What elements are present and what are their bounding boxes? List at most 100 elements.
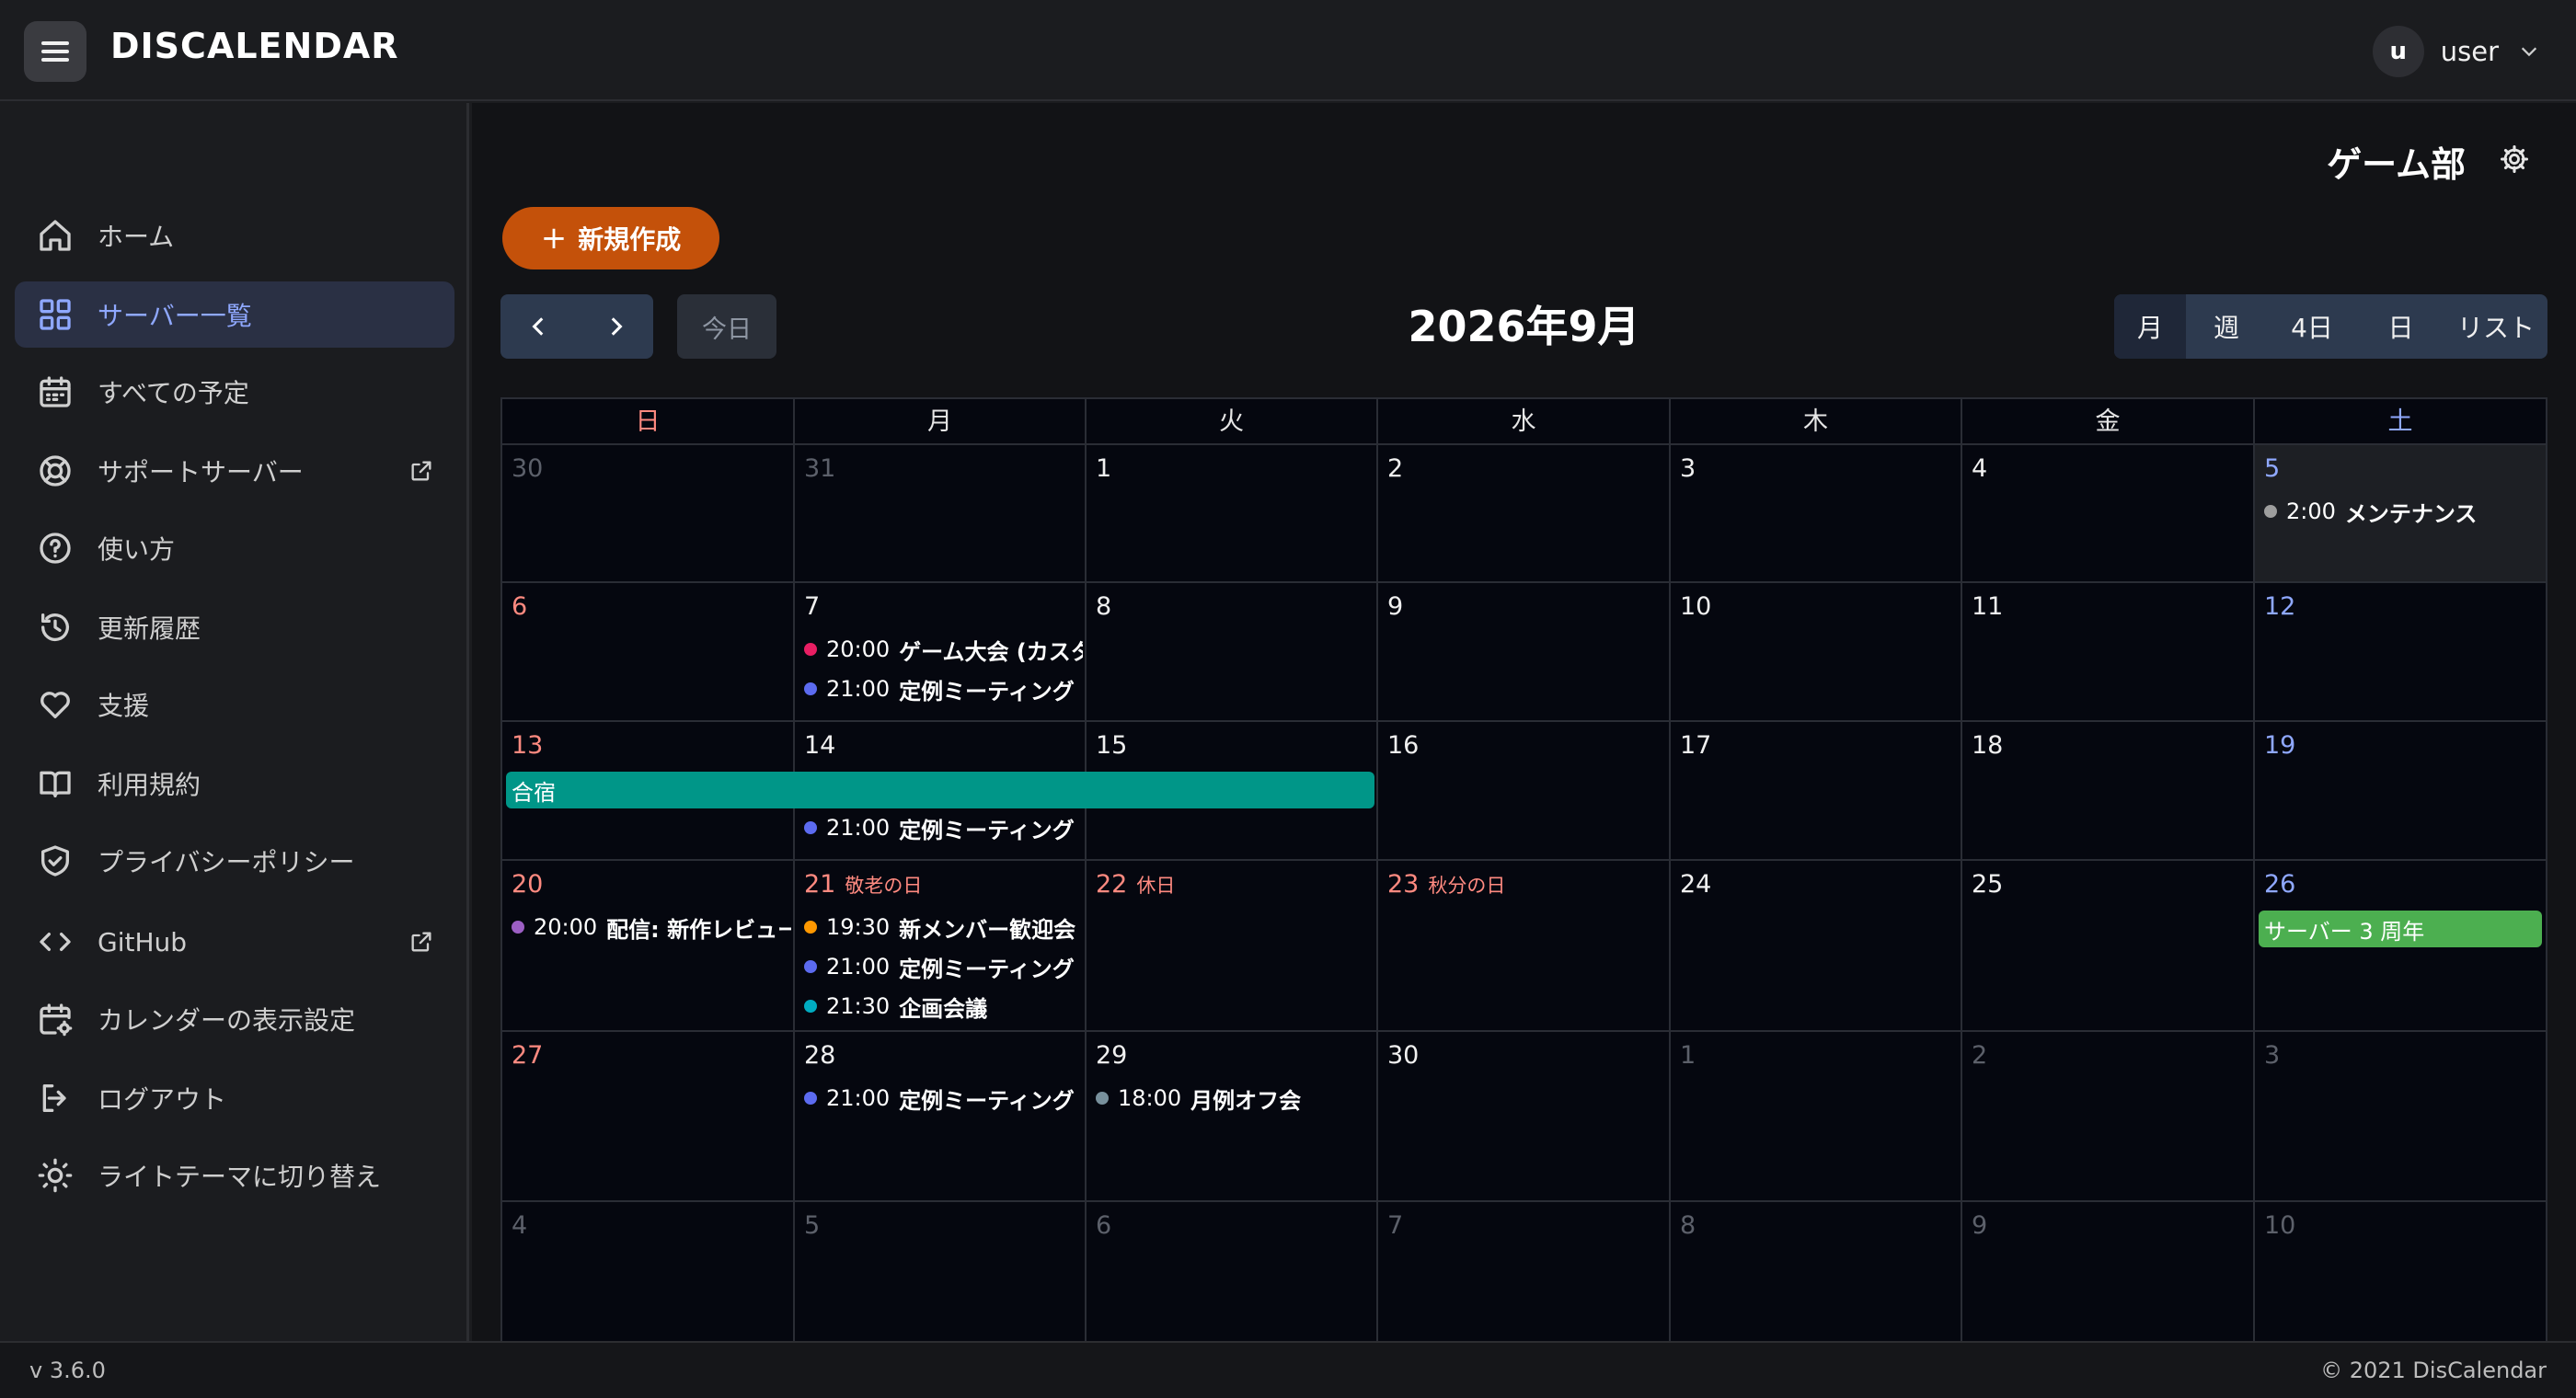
event-title: 定例ミーティング bbox=[899, 956, 1075, 982]
sidebar-item[interactable]: ホーム bbox=[15, 202, 454, 269]
day-cell[interactable]: 11 bbox=[1962, 583, 2255, 722]
grid-icon bbox=[40, 299, 71, 330]
sidebar-item[interactable]: 支援 bbox=[15, 671, 454, 738]
calendar-icon bbox=[40, 376, 71, 407]
day-cell[interactable]: 3 bbox=[1671, 445, 1962, 583]
view-button[interactable]: 4日 bbox=[2267, 294, 2357, 359]
sidebar-item[interactable]: サーバー一覧 bbox=[15, 281, 454, 348]
sidebar-item[interactable]: プライバシーポリシー bbox=[15, 828, 454, 894]
day-cell[interactable]: 8 bbox=[1087, 583, 1378, 722]
day-cell[interactable]: 27 bbox=[502, 1032, 795, 1202]
day-number-text: 16 bbox=[1387, 731, 1420, 760]
day-cell[interactable]: 12 bbox=[2255, 583, 2546, 722]
day-cell[interactable]: 3 bbox=[2255, 1032, 2546, 1202]
calendar-event[interactable]: 21:00 定例ミーティング bbox=[804, 950, 1083, 983]
day-number-text: 27 bbox=[512, 1041, 544, 1070]
calendar-event[interactable]: 18:00 月例オフ会 bbox=[1096, 1082, 1374, 1115]
weekday-label: 水 bbox=[1378, 399, 1671, 445]
day-number-text: 15 bbox=[1096, 731, 1128, 760]
day-cell[interactable]: 9 bbox=[1378, 583, 1671, 722]
day-number: 5 bbox=[2264, 454, 2280, 483]
external-link-icon bbox=[411, 461, 431, 481]
day-number: 15 bbox=[1096, 731, 1127, 760]
heart-icon bbox=[40, 692, 70, 718]
menu-toggle-button[interactable] bbox=[24, 21, 86, 82]
day-number-text: 30 bbox=[512, 454, 544, 483]
day-number: 3 bbox=[2264, 1041, 2280, 1070]
app-version: v 3.6.0 bbox=[29, 1358, 106, 1383]
day-cell[interactable]: 17 bbox=[1671, 722, 1962, 861]
day-cell[interactable]: 22 休日 bbox=[1087, 861, 1378, 1032]
day-number: 1 bbox=[1096, 454, 1111, 483]
sidebar-item[interactable]: 利用規約 bbox=[15, 751, 454, 817]
event-time: 2:00 bbox=[2286, 498, 2336, 524]
day-cell[interactable]: 4 bbox=[1962, 445, 2255, 583]
day-cell[interactable]: 19 bbox=[2255, 722, 2546, 861]
sidebar-item[interactable]: ログアウト bbox=[15, 1065, 454, 1131]
sidebar-item[interactable]: ライトテーマに切り替え bbox=[15, 1142, 454, 1209]
sidebar-item-label: すべての予定 bbox=[98, 378, 249, 408]
day-number: 4 bbox=[512, 1211, 527, 1240]
day-number-text: 30 bbox=[1387, 1041, 1420, 1070]
view-button[interactable]: 週 bbox=[2186, 294, 2267, 359]
day-cell[interactable]: 18 bbox=[1962, 722, 2255, 861]
day-cell[interactable]: 30 bbox=[1378, 1032, 1671, 1202]
day-cell[interactable]: 29 bbox=[1087, 1032, 1378, 1202]
day-cell[interactable]: 20 bbox=[502, 861, 795, 1032]
day-cell[interactable]: 1 bbox=[1671, 1032, 1962, 1202]
sidebar-item[interactable]: カレンダーの表示設定 bbox=[15, 986, 454, 1052]
weekday-label: 木 bbox=[1671, 399, 1962, 445]
day-cell[interactable]: 10 bbox=[1671, 583, 1962, 722]
sidebar-item[interactable]: 更新履歴 bbox=[15, 594, 454, 660]
day-cell[interactable]: 1 bbox=[1087, 445, 1378, 583]
day-number: 1 bbox=[1680, 1041, 1696, 1070]
sidebar-item-label: サポートサーバー bbox=[98, 457, 304, 487]
day-number-text: 14 bbox=[804, 731, 836, 760]
day-number-text: 6 bbox=[1096, 1211, 1112, 1240]
calendar-event[interactable]: 21:00 定例ミーティング bbox=[804, 811, 1083, 844]
new-event-button[interactable]: + 新規作成 bbox=[502, 207, 719, 269]
app-logo[interactable]: DISCALENDAR bbox=[110, 26, 399, 66]
day-cell[interactable]: 31 bbox=[795, 445, 1087, 583]
event-color-dot bbox=[2264, 505, 2277, 518]
sidebar-item[interactable]: サポートサーバー bbox=[15, 438, 454, 504]
calendar-event[interactable]: 2:00 メンテナンス bbox=[2264, 495, 2542, 528]
day-number-text: 4 bbox=[1972, 454, 1988, 483]
day-cell[interactable]: 6 bbox=[502, 583, 795, 722]
day-number: 10 bbox=[2264, 1211, 2295, 1240]
day-cell[interactable]: 16 bbox=[1378, 722, 1671, 861]
calendar-event[interactable]: 21:00 定例ミーティング bbox=[804, 1082, 1083, 1115]
allday-event[interactable]: サーバー 3 周年 bbox=[2259, 911, 2542, 947]
day-number: 7 bbox=[804, 592, 820, 621]
day-number: 17 bbox=[1680, 731, 1711, 760]
calendar-event[interactable]: 21:00 定例ミーティング bbox=[804, 672, 1083, 705]
day-cell[interactable]: 23 秋分の日 bbox=[1378, 861, 1671, 1032]
sidebar-item-label: カレンダーの表示設定 bbox=[98, 1005, 356, 1036]
sidebar-item[interactable]: GitHub bbox=[15, 909, 454, 975]
calendar-event[interactable]: 20:00 ゲーム大会 (カスタ bbox=[804, 633, 1083, 666]
day-number-text: 31 bbox=[804, 454, 836, 483]
day-number: 12 bbox=[2264, 592, 2295, 621]
allday-event[interactable]: 合宿 bbox=[506, 772, 1374, 808]
day-cell[interactable]: 25 bbox=[1962, 861, 2255, 1032]
calendar-event[interactable]: 19:30 新メンバー歓迎会 bbox=[804, 911, 1083, 944]
day-cell[interactable]: 2 bbox=[1962, 1032, 2255, 1202]
sidebar-item[interactable]: すべての予定 bbox=[15, 359, 454, 425]
day-number-text: 21 bbox=[804, 870, 836, 899]
day-cell[interactable]: 2 bbox=[1378, 445, 1671, 583]
view-button[interactable]: リスト bbox=[2444, 294, 2547, 359]
day-cell[interactable]: 30 bbox=[502, 445, 795, 583]
calendar-event[interactable]: 21:30 企画会議 bbox=[804, 990, 1083, 1023]
view-button[interactable]: 日 bbox=[2357, 294, 2444, 359]
month-calendar: 日月火水木金土 30 31 1 2 3 4 5 6 7 8 9 10 11 12 13 14 15 16 17 18 1… bbox=[500, 397, 2547, 1398]
gear-icon[interactable] bbox=[2499, 143, 2530, 175]
calendar-event[interactable]: 20:00 配信: 新作レビュー bbox=[512, 911, 791, 944]
user-menu[interactable]: u user bbox=[2372, 24, 2539, 79]
sidebar-item[interactable]: 使い方 bbox=[15, 515, 454, 581]
day-number: 5 bbox=[804, 1211, 820, 1240]
view-button[interactable]: 月 bbox=[2114, 294, 2186, 359]
book-icon bbox=[40, 771, 71, 797]
day-cell[interactable]: 24 bbox=[1671, 861, 1962, 1032]
day-cell[interactable]: 28 bbox=[795, 1032, 1087, 1202]
avatar: u bbox=[2372, 26, 2424, 77]
